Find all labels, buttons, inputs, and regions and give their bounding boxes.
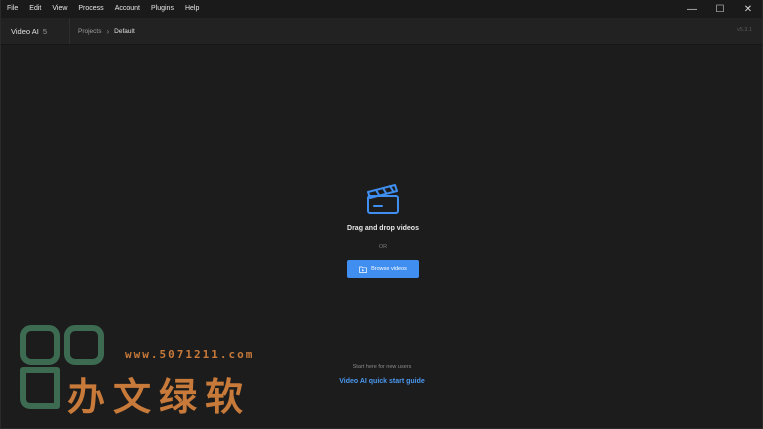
close-button[interactable]: ✕ (734, 0, 762, 18)
browse-videos-label: Browse videos (371, 266, 407, 272)
breadcrumb: Projects › Default (70, 27, 135, 36)
menu-edit[interactable]: Edit (23, 0, 46, 18)
menu-process[interactable]: Process (72, 0, 108, 18)
quickstart-section: Start here for new users Video AI quick … (321, 364, 443, 385)
menu-plugins[interactable]: Plugins (145, 0, 179, 18)
quickstart-guide-link[interactable]: Video AI quick start guide (321, 378, 443, 385)
window-controls: — ☐ ✕ (678, 0, 762, 18)
quickstart-caption: Start here for new users (352, 364, 412, 370)
app-major-version: 5 (42, 26, 47, 36)
menu-account[interactable]: Account (109, 0, 145, 18)
breadcrumb-current: Default (114, 27, 135, 35)
chevron-right-icon: › (106, 26, 110, 36)
maximize-button[interactable]: ☐ (706, 0, 734, 18)
folder-video-icon (359, 266, 367, 273)
breadcrumb-projects[interactable]: Projects (78, 28, 101, 35)
watermark-text: 办文绿软 (67, 375, 252, 419)
drop-zone[interactable]: Drag and drop videos OR Browse videos (331, 179, 435, 278)
browse-videos-button[interactable]: Browse videos (347, 260, 419, 278)
clapperboard-icon (367, 184, 399, 214)
version-label: v5.3.1 (737, 27, 752, 33)
menu-bar: File Edit View Process Account Plugins H… (1, 0, 762, 18)
app-window: File Edit View Process Account Plugins H… (0, 0, 763, 429)
watermark-url: www.5071211.com (125, 348, 255, 361)
menu-file[interactable]: File (1, 0, 23, 18)
menu-view[interactable]: View (46, 0, 72, 18)
watermark: www.5071211.com 办文绿软 (19, 322, 279, 419)
minimize-button[interactable]: — (678, 0, 706, 18)
drop-title: Drag and drop videos (347, 225, 419, 232)
app-header: Video AI 5 Projects › Default v5.3.1 (1, 18, 762, 45)
app-name: Video AI (11, 26, 39, 36)
or-label: OR (378, 244, 388, 250)
app-title: Video AI 5 (1, 27, 69, 36)
menu-help[interactable]: Help (179, 0, 204, 18)
